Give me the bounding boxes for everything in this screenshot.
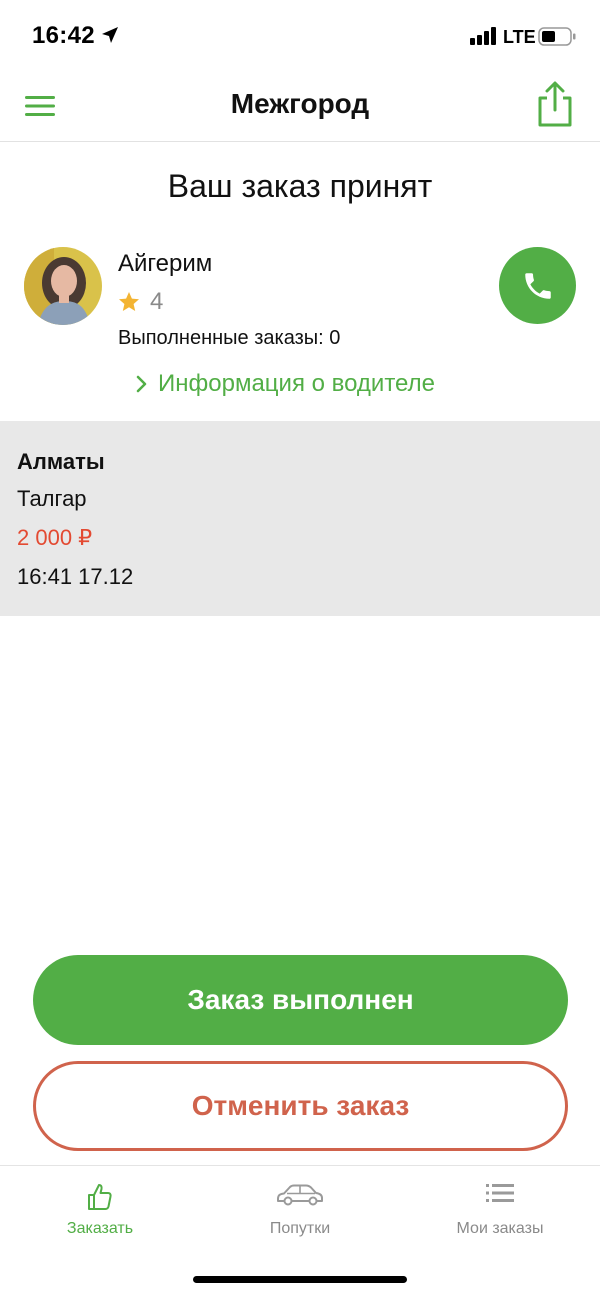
driver-avatar	[24, 247, 102, 325]
order-complete-button[interactable]: Заказ выполнен	[33, 955, 568, 1045]
driver-name: Айгерим	[118, 250, 213, 277]
location-arrow-icon	[102, 27, 118, 43]
tab-order-label: Заказать	[66, 1220, 134, 1237]
battery-icon	[538, 27, 576, 46]
cancel-order-button[interactable]: Отменить заказ	[33, 1061, 568, 1151]
driver-info-link[interactable]: Информация о водителе	[136, 370, 435, 398]
thumbs-up-icon	[88, 1184, 112, 1210]
route-panel: Алматы Талгар 2 000 ₽ 16:41 17.12	[0, 421, 600, 616]
home-indicator	[193, 1276, 407, 1283]
status-bar: 16:42 LTE	[0, 0, 600, 70]
tab-rides[interactable]: Попутки	[200, 1166, 400, 1256]
page-title: Межгород	[230, 88, 370, 119]
car-icon	[277, 1184, 323, 1206]
route-price: 2 000 ₽	[17, 525, 93, 550]
completed-orders: Выполненные заказы: 0	[118, 327, 341, 349]
order-status-title: Ваш заказ принят	[167, 168, 433, 204]
driver-rating: 4	[150, 288, 164, 315]
call-driver-button[interactable]	[499, 247, 576, 324]
route-from: Алматы	[17, 449, 105, 474]
signal-icon	[470, 27, 496, 45]
route-datetime: 16:41 17.12	[17, 564, 134, 589]
driver-info-label: Информация о водителе	[158, 370, 435, 397]
share-icon[interactable]	[535, 80, 575, 128]
list-icon	[486, 1184, 514, 1202]
chevron-right-icon	[136, 375, 147, 393]
star-icon	[119, 292, 139, 311]
phone-icon	[524, 272, 551, 299]
network-type: LTE	[503, 27, 536, 47]
tab-order[interactable]: Заказать	[0, 1166, 200, 1256]
nav-bar: Межгород	[0, 70, 600, 142]
tab-rides-label: Попутки	[269, 1220, 331, 1237]
tab-my-orders-label: Мои заказы	[456, 1220, 544, 1237]
route-to: Талгар	[17, 486, 87, 511]
status-time: 16:42	[32, 22, 95, 49]
tab-my-orders[interactable]: Мои заказы	[400, 1166, 600, 1256]
